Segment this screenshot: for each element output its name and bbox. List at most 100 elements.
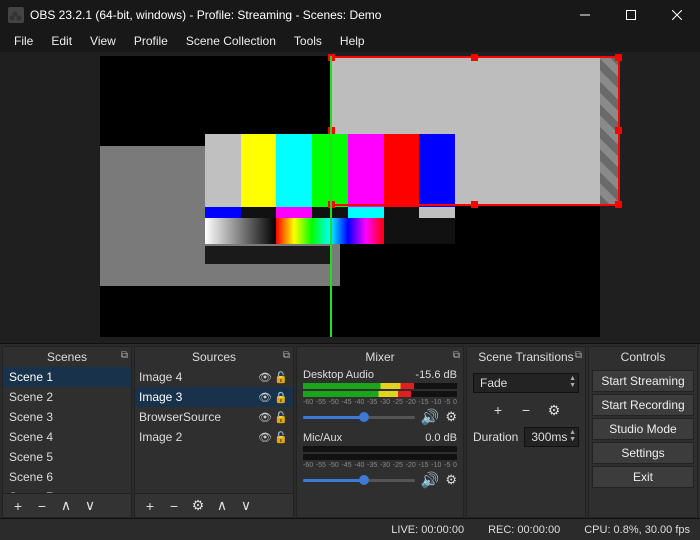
audio-meter bbox=[303, 383, 457, 389]
popout-icon[interactable]: ⧉ bbox=[575, 350, 582, 361]
source-label: Image 4 bbox=[139, 370, 257, 384]
app-icon bbox=[8, 7, 24, 23]
transitions-title: Scene Transitions bbox=[478, 350, 573, 364]
scene-item[interactable]: Scene 6 bbox=[3, 467, 131, 487]
status-rec: REC: 00:00:00 bbox=[488, 524, 560, 536]
transition-remove-button[interactable]: − bbox=[515, 399, 537, 421]
channel-name: Mic/Aux bbox=[303, 432, 425, 444]
mixer-channel: Desktop Audio-15.6 dB -60-55-50-45-40-35… bbox=[297, 367, 463, 430]
source-item[interactable]: Image 2 👁 🔓 bbox=[135, 427, 293, 447]
volume-slider[interactable] bbox=[303, 474, 415, 486]
menubar: File Edit View Profile Scene Collection … bbox=[0, 30, 700, 52]
audio-meter bbox=[303, 446, 457, 452]
scene-item[interactable]: Scene 3 bbox=[3, 407, 131, 427]
window-title: OBS 23.2.1 (64-bit, windows) - Profile: … bbox=[30, 8, 381, 22]
maximize-button[interactable] bbox=[608, 0, 654, 30]
selection-outline[interactable] bbox=[330, 56, 620, 206]
scene-up-button[interactable]: ∧ bbox=[55, 495, 77, 517]
resize-handle-se[interactable] bbox=[615, 201, 622, 208]
source-settings-button[interactable]: ⚙ bbox=[187, 495, 209, 517]
source-remove-button[interactable]: − bbox=[163, 495, 185, 517]
scene-item[interactable]: Scene 1 bbox=[3, 367, 131, 387]
updown-icon: ▲▼ bbox=[569, 429, 576, 443]
sources-panel: Sources⧉ Image 4 👁 🔓Image 3 👁 🔒BrowserSo… bbox=[134, 346, 294, 518]
source-up-button[interactable]: ∧ bbox=[211, 495, 233, 517]
sources-list[interactable]: Image 4 👁 🔓Image 3 👁 🔒BrowserSource 👁 🔓I… bbox=[135, 367, 293, 493]
menu-scene-collection[interactable]: Scene Collection bbox=[178, 32, 284, 50]
resize-handle-e[interactable] bbox=[615, 127, 622, 134]
mixer-title: Mixer bbox=[365, 350, 394, 364]
duration-value: 300ms bbox=[531, 430, 567, 444]
sources-title: Sources bbox=[192, 350, 236, 364]
lock-icon[interactable]: 🔓 bbox=[273, 411, 289, 424]
source-label: BrowserSource bbox=[139, 410, 257, 424]
titlebar: OBS 23.2.1 (64-bit, windows) - Profile: … bbox=[0, 0, 700, 30]
control-button-studio-mode[interactable]: Studio Mode bbox=[592, 418, 694, 440]
minimize-button[interactable] bbox=[562, 0, 608, 30]
source-item[interactable]: BrowserSource 👁 🔓 bbox=[135, 407, 293, 427]
gear-icon[interactable]: ⚙ bbox=[445, 409, 457, 425]
transition-current: Fade bbox=[480, 376, 507, 390]
menu-view[interactable]: View bbox=[82, 32, 124, 50]
scene-add-button[interactable]: + bbox=[7, 495, 29, 517]
menu-file[interactable]: File bbox=[6, 32, 41, 50]
resize-handle-s[interactable] bbox=[471, 201, 478, 208]
scene-remove-button[interactable]: − bbox=[31, 495, 53, 517]
lock-icon[interactable]: 🔓 bbox=[273, 371, 289, 384]
menu-help[interactable]: Help bbox=[332, 32, 373, 50]
transition-settings-button[interactable]: ⚙ bbox=[543, 399, 565, 421]
control-button-exit[interactable]: Exit bbox=[592, 466, 694, 488]
audio-meter bbox=[303, 391, 457, 397]
source-label: Image 2 bbox=[139, 430, 257, 444]
mixer-body: Desktop Audio-15.6 dB -60-55-50-45-40-35… bbox=[297, 367, 463, 517]
transition-select[interactable]: Fade ▲▼ bbox=[473, 373, 579, 393]
controls-panel: Controls Start StreamingStart RecordingS… bbox=[588, 346, 698, 518]
menu-edit[interactable]: Edit bbox=[43, 32, 80, 50]
channel-db: -15.6 dB bbox=[415, 369, 457, 381]
popout-icon[interactable]: ⧉ bbox=[453, 350, 460, 361]
popout-icon[interactable]: ⧉ bbox=[283, 350, 290, 361]
visibility-icon[interactable]: 👁 bbox=[257, 411, 273, 424]
gear-icon[interactable]: ⚙ bbox=[445, 472, 457, 488]
menu-tools[interactable]: Tools bbox=[286, 32, 330, 50]
channel-db: 0.0 dB bbox=[425, 432, 457, 444]
control-button-start-streaming[interactable]: Start Streaming bbox=[592, 370, 694, 392]
lock-icon[interactable]: 🔓 bbox=[273, 431, 289, 444]
snap-guide bbox=[330, 56, 332, 337]
duration-label: Duration bbox=[473, 430, 518, 444]
menu-profile[interactable]: Profile bbox=[126, 32, 176, 50]
source-down-button[interactable]: ∨ bbox=[235, 495, 257, 517]
scenes-list[interactable]: Scene 1Scene 2Scene 3Scene 4Scene 5Scene… bbox=[3, 367, 131, 493]
popout-icon[interactable]: ⧉ bbox=[121, 350, 128, 361]
visibility-icon[interactable]: 👁 bbox=[257, 371, 273, 384]
resize-handle-n[interactable] bbox=[471, 54, 478, 61]
channel-name: Desktop Audio bbox=[303, 369, 415, 381]
preview-area[interactable] bbox=[0, 52, 700, 344]
control-button-start-recording[interactable]: Start Recording bbox=[592, 394, 694, 416]
mixer-panel: Mixer ⧉ Desktop Audio-15.6 dB -60-55-50-4… bbox=[296, 346, 464, 518]
transition-add-button[interactable]: + bbox=[487, 399, 509, 421]
scene-item[interactable]: Scene 5 bbox=[3, 447, 131, 467]
scene-item[interactable]: Scene 2 bbox=[3, 387, 131, 407]
resize-handle-ne[interactable] bbox=[615, 54, 622, 61]
controls-title: Controls bbox=[621, 350, 666, 364]
source-add-button[interactable]: + bbox=[139, 495, 161, 517]
source-item[interactable]: Image 4 👁 🔓 bbox=[135, 367, 293, 387]
source-item[interactable]: Image 3 👁 🔒 bbox=[135, 387, 293, 407]
volume-slider[interactable] bbox=[303, 411, 415, 423]
visibility-icon[interactable]: 👁 bbox=[257, 431, 273, 444]
close-button[interactable] bbox=[654, 0, 700, 30]
mixer-channel: Mic/Aux0.0 dB -60-55-50-45-40-35-30-25-2… bbox=[297, 430, 463, 493]
lock-icon[interactable]: 🔒 bbox=[273, 391, 289, 404]
scene-item[interactable]: Scene 4 bbox=[3, 427, 131, 447]
scenes-title: Scenes bbox=[47, 350, 87, 364]
source-label: Image 3 bbox=[139, 390, 257, 404]
transitions-panel: Scene Transitions⧉ Fade ▲▼ + − ⚙ Duratio… bbox=[466, 346, 586, 518]
speaker-icon[interactable]: 🔊 bbox=[421, 471, 440, 489]
speaker-icon[interactable]: 🔊 bbox=[421, 408, 440, 426]
duration-spinner[interactable]: 300ms ▲▼ bbox=[524, 427, 579, 447]
visibility-icon[interactable]: 👁 bbox=[257, 391, 273, 404]
control-button-settings[interactable]: Settings bbox=[592, 442, 694, 464]
audio-meter bbox=[303, 454, 457, 460]
scene-down-button[interactable]: ∨ bbox=[79, 495, 101, 517]
